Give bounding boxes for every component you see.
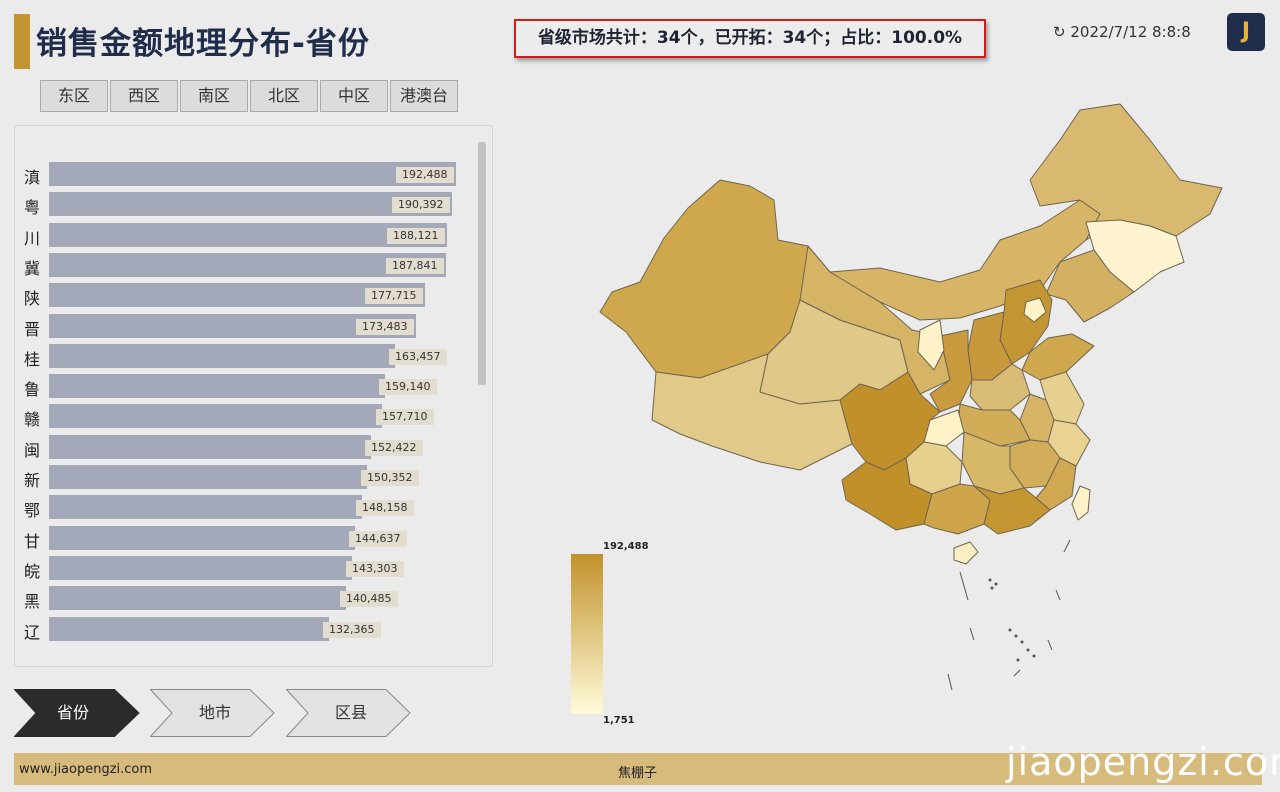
map-region-taiwan[interactable] [1071,485,1091,521]
region-tab-east[interactable]: 东区 [40,80,108,112]
ranking-province-label: 赣 [24,410,41,430]
ranking-row[interactable]: 黑 140,485 [15,586,480,612]
ranking-row[interactable]: 晋 173,483 [15,313,480,340]
footer-author: 焦棚子 [618,766,658,781]
ranking-row[interactable]: 粤 190,392 [15,192,480,218]
nav-city[interactable]: 地市 [150,689,277,737]
ranking-value-label: 148,158 [356,500,414,517]
ranking-value-label: 150,352 [361,470,419,486]
ranking-row[interactable]: 滇 192,488 [15,162,480,188]
ranking-row[interactable]: 皖 143,303 [15,555,480,582]
province-ranking-panel: 滇 192,488 粤 190,392 川 188,121 冀 187,841 陕 177,715… [14,125,493,667]
ranking-province-label: 闽 [24,440,41,460]
region-tab-west[interactable]: 西区 [110,80,178,112]
ranking-bar[interactable] [49,162,456,186]
ranking-province-label: 鄂 [24,501,41,521]
footer-url[interactable]: www.jiaopengzi.com [19,762,152,777]
ranking-value-label: 187,841 [386,257,444,274]
ranking-row[interactable]: 陕 177,715 [15,283,480,309]
refresh-timestamp[interactable]: ↻ 2022/7/12 8:8:8 [1053,23,1191,41]
china-province-map[interactable] [590,98,1230,698]
ranking-value-label: 132,365 [323,621,381,638]
ranking-province-label: 新 [24,471,41,490]
ranking-province-label: 桂 [24,349,41,369]
nav-province-label: 省份 [56,703,89,722]
ranking-row[interactable]: 甘 144,637 [15,525,480,552]
ranking-row[interactable]: 鲁 159,140 [15,374,480,400]
nav-city-label: 地市 [198,703,231,722]
ranking-value-label: 144,637 [349,530,407,547]
ranking-bar[interactable] [49,525,355,550]
ranking-bar[interactable] [49,465,367,489]
market-summary-box: 省级市场共计：34个，已开拓：34个；占比：100.0% [514,19,986,58]
color-scale-legend [571,554,603,714]
title-accent-bar [14,14,30,69]
ranking-value-label: 190,392 [392,197,450,214]
ranking-row[interactable]: 赣 157,710 [15,404,480,430]
ranking-value-label: 163,457 [389,348,447,365]
ranking-value-label: 152,422 [365,439,423,456]
region-tab-north[interactable]: 北区 [250,80,318,112]
ranking-value-label: 140,485 [340,591,398,608]
page-title: 销售金额地理分布-省份 [36,26,370,62]
region-tab-hmt[interactable]: 港澳台 [390,80,458,112]
ranking-province-label: 辽 [24,622,41,642]
ranking-row[interactable]: 新 150,352 [15,465,480,491]
ranking-value-label: 192,488 [396,167,454,183]
ranking-row[interactable]: 桂 163,457 [15,343,480,370]
region-tab-central[interactable]: 中区 [320,80,388,112]
ranking-province-label: 川 [24,228,41,248]
ranking-province-label: 皖 [24,561,41,581]
ranking-province-label: 甘 [24,531,41,551]
ranking-province-label: 陕 [24,289,41,309]
ranking-province-label: 粤 [24,198,41,218]
ranking-bar[interactable] [49,586,346,611]
legend-min-label: 1,751 [603,715,635,726]
map-region-hainan[interactable] [953,541,979,565]
ranking-row[interactable]: 鄂 148,158 [15,495,480,521]
nav-county[interactable]: 区县 [286,689,413,737]
ranking-bar[interactable] [49,434,371,459]
datetime-text: 2022/7/12 8:8:8 [1070,23,1191,41]
legend-max-label: 192,488 [603,541,649,552]
region-tab-south[interactable]: 南区 [180,80,248,112]
ranking-province-label: 鲁 [24,380,41,400]
ranking-value-label: 157,710 [376,409,434,426]
ranking-province-label: 冀 [24,258,41,278]
ranking-row[interactable]: 闽 152,422 [15,434,480,461]
ranking-bar[interactable] [49,343,395,368]
nav-province[interactable]: 省份 [14,689,141,737]
watermark: jiaopengzi.com [1006,740,1280,784]
ranking-value-label: 143,303 [346,560,404,577]
ranking-bar[interactable] [49,404,382,429]
ranking-value-label: 159,140 [379,379,437,396]
brand-logo: J [1227,13,1265,51]
ranking-bar[interactable] [49,555,352,580]
ranking-row[interactable]: 冀 187,841 [15,252,480,279]
ranking-row[interactable]: 辽 132,365 [15,616,480,643]
ranking-bar[interactable] [49,374,385,399]
ranking-province-label: 晋 [24,319,41,339]
scrollbar-thumb[interactable] [478,142,486,385]
ranking-value-label: 173,483 [356,318,414,335]
nav-county-label: 区县 [334,703,367,722]
ranking-value-label: 177,715 [365,288,423,305]
region-filter-tabs: 东区 西区 南区 北区 中区 港澳台 [40,80,458,112]
ranking-value-label: 188,121 [387,227,445,244]
ranking-province-label: 滇 [24,168,41,187]
ranking-row[interactable]: 川 188,121 [15,222,480,249]
ranking-bar[interactable] [49,616,329,641]
refresh-icon[interactable]: ↻ [1053,23,1066,41]
ranking-province-label: 黑 [24,592,41,612]
ranking-bar[interactable] [49,495,362,520]
